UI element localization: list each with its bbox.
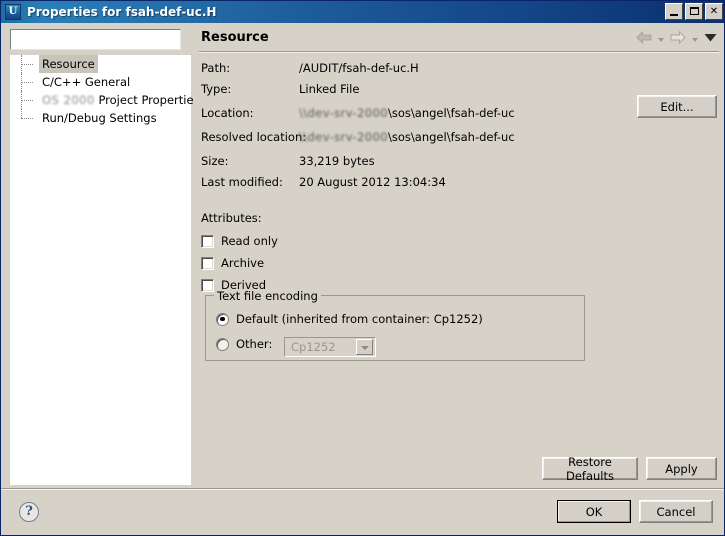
tree-dash: [21, 64, 33, 65]
property-value: 33,219 bytes: [299, 154, 375, 168]
radio-label: Other:: [236, 337, 273, 351]
edit-button[interactable]: Edit...: [637, 95, 717, 118]
help-icon[interactable]: ?: [19, 502, 39, 522]
checkbox-icon[interactable]: [201, 256, 214, 270]
property-label: Resolved location:: [201, 130, 307, 144]
tree-line: [21, 109, 22, 118]
text-file-encoding-group: Text file encoding Default (inherited fr…: [205, 289, 585, 361]
page-navigation: [636, 31, 717, 44]
property-row-resolved-location: Resolved location: \\dev-srv-2000\sos\an…: [201, 130, 716, 154]
redacted-text: \\dev-srv-2000: [299, 130, 389, 144]
property-row-path: Path: /AUDIT/fsah-def-uc.H: [201, 61, 716, 82]
back-arrow-icon[interactable]: [636, 31, 652, 44]
apply-button[interactable]: Apply: [646, 457, 717, 480]
property-label: Path:: [201, 61, 231, 75]
sidebar-item-resource[interactable]: Resource: [11, 55, 191, 73]
property-label: Type:: [201, 82, 232, 96]
maximize-icon: [686, 4, 702, 19]
forward-menu-chevron-down-icon[interactable]: [691, 34, 699, 42]
property-value: \\dev-srv-2000\sos\angel\fsah-def-uc: [299, 130, 515, 144]
checkbox-label: Archive: [221, 256, 265, 270]
properties-dialog: U Properties for fsah-def-uc.H ✕ Resourc…: [0, 0, 725, 536]
property-label: Last modified:: [201, 175, 283, 189]
sidebar-item-project-properties[interactable]: OS 2000 Project Properties: [11, 91, 200, 109]
property-value: Linked File: [299, 82, 360, 96]
page-title: Resource: [201, 30, 269, 45]
property-label: Location:: [201, 106, 254, 120]
checkbox-icon[interactable]: [201, 278, 214, 292]
encoding-select[interactable]: Cp1252: [284, 337, 376, 357]
maximize-button[interactable]: [685, 3, 703, 20]
redacted-text: OS 2000: [42, 93, 95, 107]
attributes-title: Attributes:: [201, 211, 262, 225]
sidebar-item-label: OS 2000 Project Properties: [39, 91, 203, 109]
chevron-down-icon[interactable]: [356, 339, 373, 355]
property-row-last-modified: Last modified: 20 August 2012 13:04:34: [201, 175, 716, 196]
page-menu-chevron-down-icon[interactable]: [704, 32, 717, 43]
radio-icon[interactable]: [216, 337, 229, 351]
property-value: \\dev-srv-2000\sos\angel\fsah-def-uc: [299, 106, 515, 120]
encoding-select-value: Cp1252: [291, 340, 336, 354]
checkbox-read-only[interactable]: Read only: [201, 230, 501, 252]
cancel-button[interactable]: Cancel: [639, 500, 713, 523]
app-icon-u: U: [5, 4, 21, 20]
tree-dash: [21, 118, 33, 119]
group-legend: Text file encoding: [214, 289, 321, 303]
restore-defaults-button[interactable]: Restore Defaults: [542, 455, 638, 483]
tree-dash: [21, 82, 33, 83]
window-controls: ✕: [665, 3, 723, 20]
sidebar: Resource C/C++ General OS 2000 Project P…: [2, 23, 200, 487]
tree-dash: [21, 100, 33, 101]
property-value-text: \sos\angel\fsah-def-uc: [388, 130, 515, 144]
radio-other-encoding[interactable]: Other: Cp1252: [216, 337, 376, 357]
filter-input[interactable]: [10, 29, 181, 50]
back-menu-chevron-down-icon[interactable]: [657, 34, 665, 42]
sidebar-item-label: Resource: [39, 55, 98, 73]
radio-icon[interactable]: [216, 312, 229, 326]
forward-arrow-icon[interactable]: [670, 31, 686, 44]
title-bar: U Properties for fsah-def-uc.H ✕: [1, 1, 724, 23]
property-value: /AUDIT/fsah-def-uc.H: [299, 61, 419, 75]
properties-list: Path: /AUDIT/fsah-def-uc.H Type: Linked …: [201, 61, 716, 196]
radio-label: Default (inherited from container: Cp125…: [236, 312, 483, 326]
sidebar-item-label-text: Project Properties: [98, 93, 200, 107]
minimize-button[interactable]: [665, 3, 683, 20]
property-value-text: \sos\angel\fsah-def-uc: [388, 106, 515, 120]
sidebar-item-c-cpp-general[interactable]: C/C++ General: [11, 73, 191, 91]
header-divider: [199, 51, 719, 53]
checkbox-archive[interactable]: Archive: [201, 252, 501, 274]
sidebar-item-run-debug-settings[interactable]: Run/Debug Settings: [11, 109, 191, 127]
ok-button[interactable]: OK: [557, 500, 631, 523]
attributes-section: Attributes: Read only Archive Derived: [201, 211, 501, 296]
content-pane: Resource Path: /AUDIT/fsah-def-uc.H Type…: [193, 23, 724, 487]
checkbox-label: Read only: [221, 234, 278, 248]
close-button[interactable]: ✕: [705, 3, 723, 20]
property-label: Size:: [201, 154, 229, 168]
redacted-text: \\dev-srv-2000: [299, 106, 389, 120]
property-value: 20 August 2012 13:04:34: [299, 175, 446, 189]
sidebar-item-label: C/C++ General: [42, 75, 131, 89]
sidebar-item-label: Run/Debug Settings: [42, 111, 157, 125]
window-title: Properties for fsah-def-uc.H: [27, 5, 217, 19]
property-row-size: Size: 33,219 bytes: [201, 154, 716, 175]
radio-default-encoding[interactable]: Default (inherited from container: Cp125…: [216, 312, 483, 326]
settings-tree: Resource C/C++ General OS 2000 Project P…: [10, 55, 200, 485]
checkbox-icon[interactable]: [201, 234, 214, 248]
minimize-icon: [666, 4, 682, 19]
close-icon: ✕: [709, 6, 719, 17]
